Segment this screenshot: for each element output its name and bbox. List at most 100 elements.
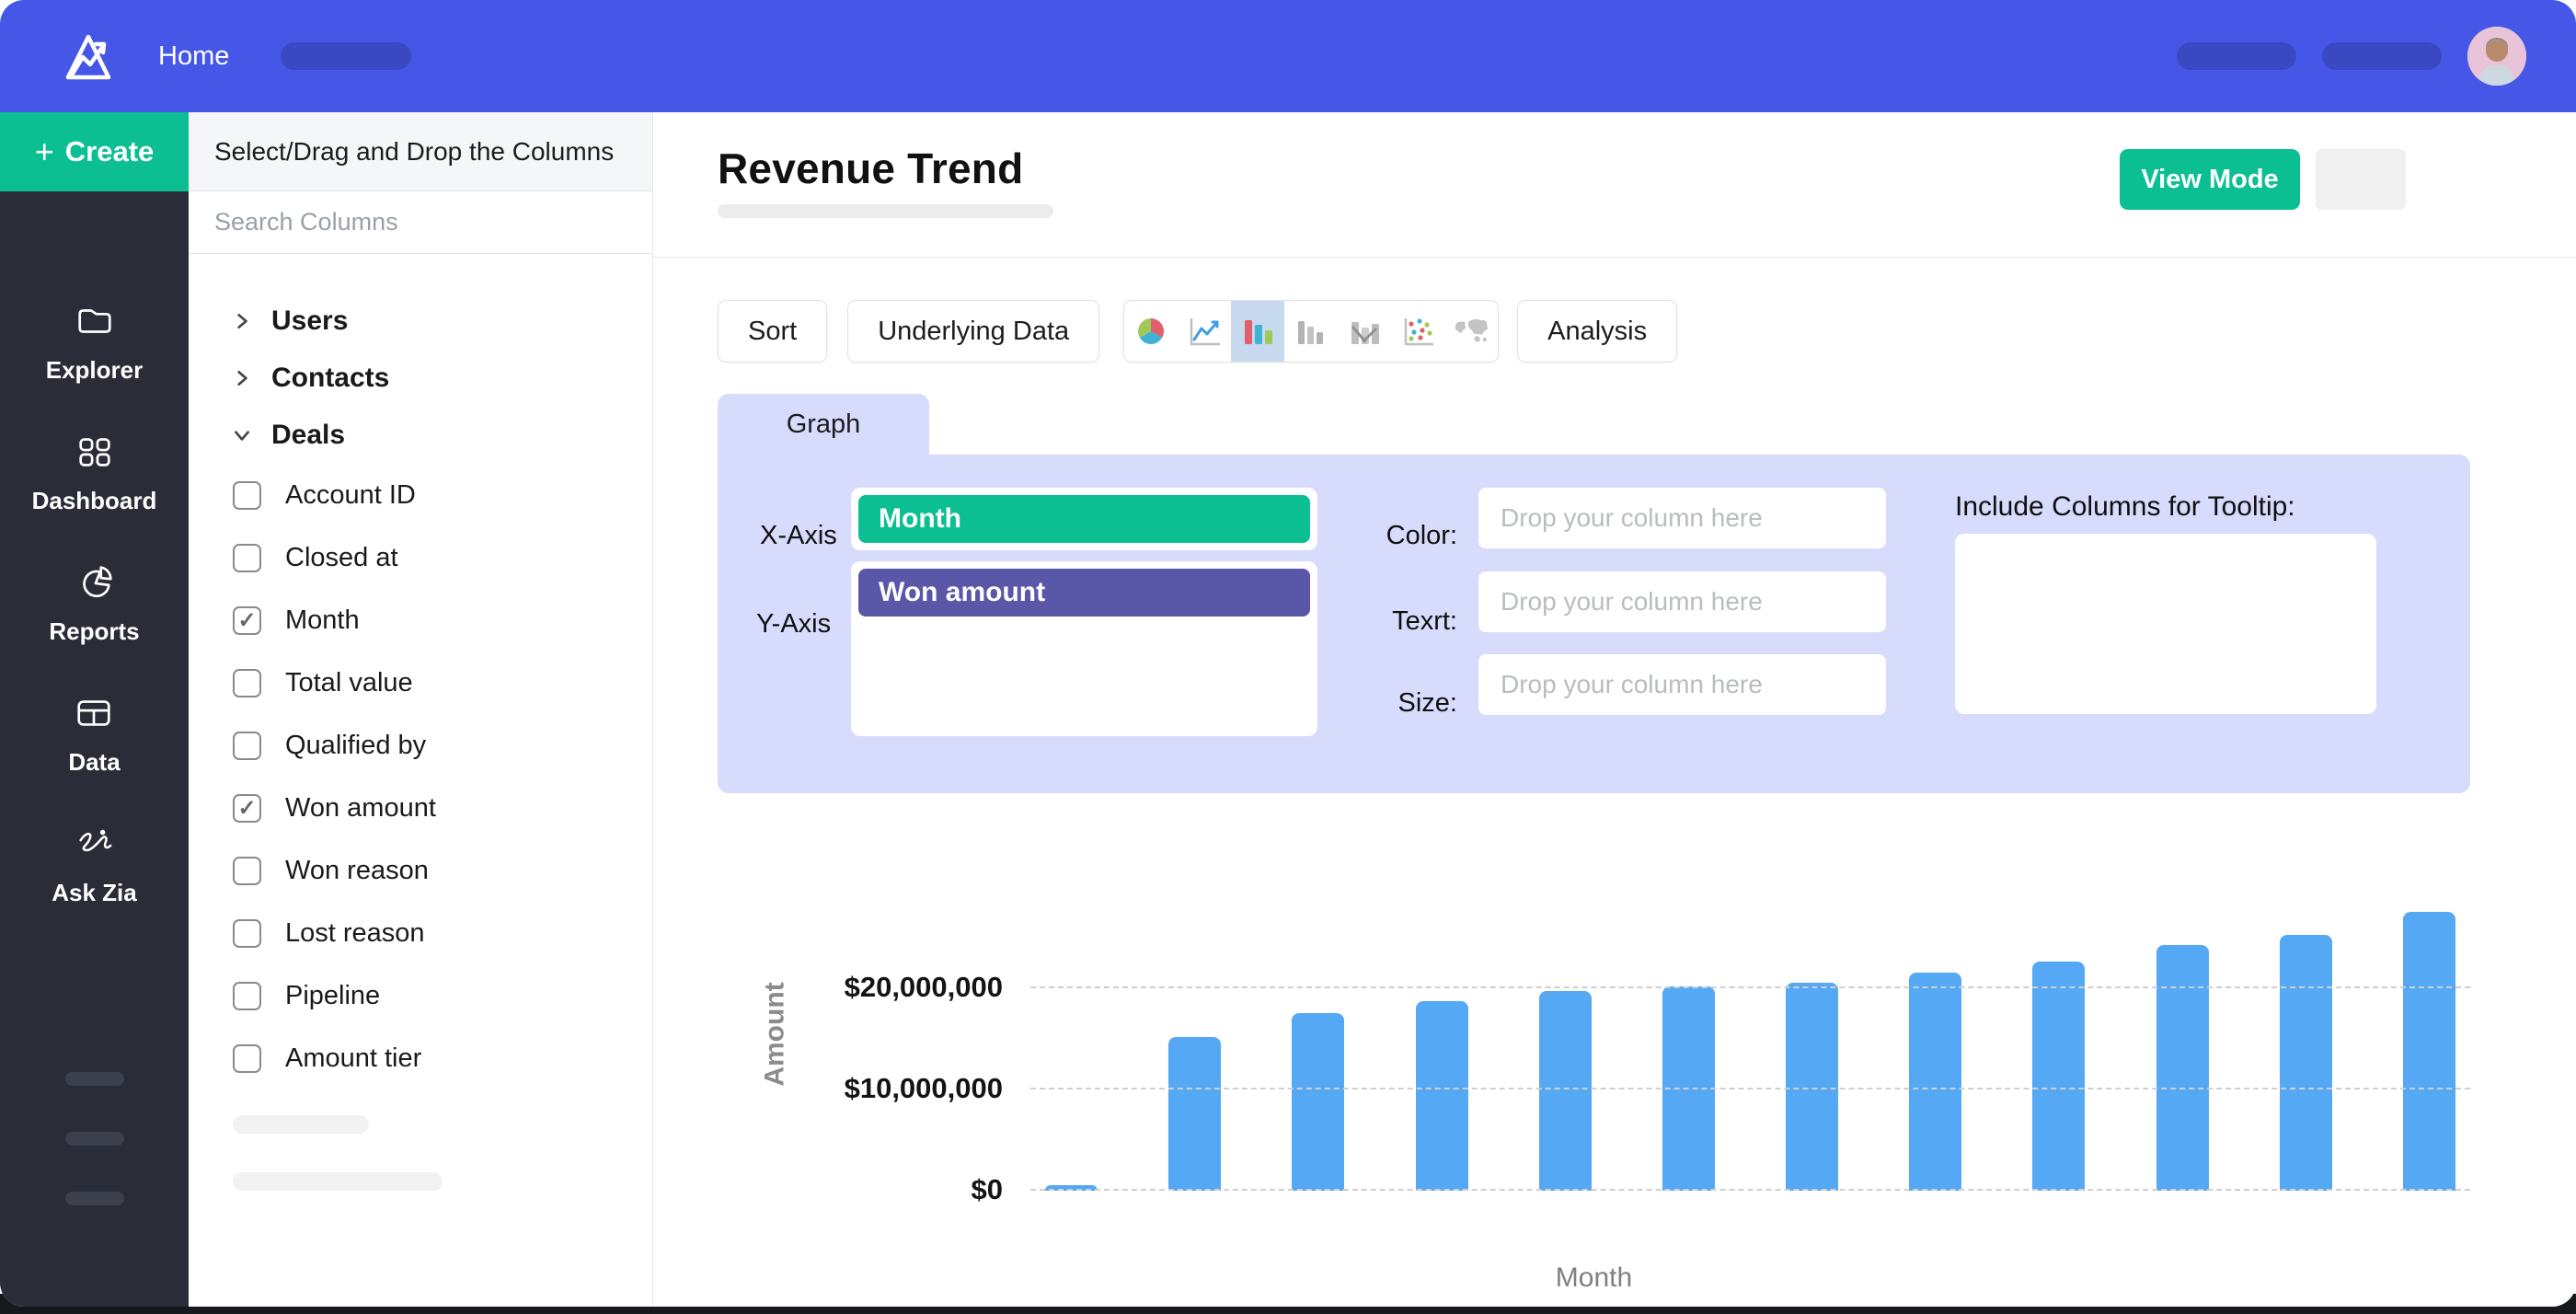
tooltip-columns-label: Include Columns for Tooltip: [1955,491,2295,523]
checkbox[interactable] [233,544,261,572]
sidebar-nav: Explorer Dashboard [0,300,189,953]
column-row-won-reason[interactable]: Won reason [233,839,652,902]
sidebar-item-ask-zia[interactable]: Ask Zia [52,823,137,907]
bar[interactable] [1416,1001,1468,1191]
page-title: Revenue Trend [718,144,1023,193]
color-dropzone[interactable]: Drop your column here [1478,488,1886,548]
topbar-skeleton-pill [2322,42,2442,70]
checkbox[interactable] [233,1044,261,1073]
tree-node-deals[interactable]: Deals [233,407,652,464]
y-tick-label: $10,000,000 [845,1072,1003,1105]
column-label: Month [285,605,360,636]
checkbox-checked[interactable]: ✓ [233,794,261,823]
column-row-pipeline[interactable]: Pipeline [233,964,652,1027]
topbar-right [2177,27,2576,86]
bar[interactable] [1909,973,1961,1191]
analytics-logo-icon[interactable] [55,27,114,86]
create-button[interactable]: + Create [0,112,189,191]
color-label: Color: [1378,521,1457,551]
header-secondary-button[interactable] [2316,149,2406,210]
map-chart-icon[interactable] [1444,301,1498,362]
columns-panel: Select/Drag and Drop the Columns Users C… [189,112,653,1307]
chevron-right-icon [233,312,251,330]
bar-chart: Amount $0$10,000,000$20,000,000 Month [718,878,2470,1294]
view-mode-button[interactable]: View Mode [2120,149,2300,210]
checkbox[interactable] [233,982,261,1010]
line-chart-icon[interactable] [1178,301,1231,362]
checkbox[interactable] [233,669,261,697]
x-axis-title: Month [718,1262,2470,1294]
bars-gray-icon[interactable] [1284,301,1338,362]
combo-chart-icon[interactable] [1338,301,1391,362]
skeleton-pill [233,1172,443,1191]
sidebar-item-label: Dashboard [32,487,157,515]
checkbox-checked[interactable]: ✓ [233,606,261,635]
topbar-skeleton-pill [281,42,411,70]
skeleton-pill [233,1115,369,1134]
pie-chart-icon[interactable] [1124,301,1178,362]
bar[interactable] [2403,912,2455,1191]
checkbox[interactable] [233,481,261,510]
user-avatar[interactable] [2467,27,2526,86]
tab-graph[interactable]: Graph [718,394,929,455]
screen: Home + Create [0,0,2576,1314]
bar[interactable] [1539,991,1592,1191]
y-axis-dropzone[interactable]: Won amount [851,561,1317,736]
search-columns-input[interactable] [189,208,652,236]
column-row-qualified-by[interactable]: Qualified by [233,714,652,777]
bar[interactable] [2156,945,2209,1191]
y-axis-chip-won-amount[interactable]: Won amount [858,569,1310,617]
column-row-total-value[interactable]: Total value [233,651,652,714]
size-dropzone[interactable]: Drop your column here [1478,654,1886,715]
tree-node-label: Deals [271,420,345,451]
column-row-closed-at[interactable]: Closed at [233,526,652,589]
chevron-down-icon [233,426,251,444]
column-label: Pipeline [285,981,380,1011]
y-tick-label: $20,000,000 [845,971,1003,1004]
column-label: Account ID [285,480,416,511]
sidebar-item-data[interactable]: Data [68,692,120,777]
sidebar: + Create Explorer [0,112,189,1307]
bar[interactable] [2032,962,2085,1191]
y-axis-label: Y-Axis [756,609,831,640]
bar[interactable] [1168,1037,1221,1191]
tooltip-columns-dropzone[interactable] [1955,534,2376,714]
sidebar-item-label: Ask Zia [52,879,137,907]
tree-node-contacts[interactable]: Contacts [233,350,652,407]
column-row-won-amount[interactable]: ✓ Won amount [233,777,652,839]
sort-button[interactable]: Sort [718,300,827,363]
sidebar-item-explorer[interactable]: Explorer [46,300,144,385]
column-label: Total value [285,668,413,698]
x-axis-dropzone[interactable]: Month [851,488,1317,550]
tree-node-users[interactable]: Users [233,293,652,350]
column-row-amount-tier[interactable]: Amount tier [233,1027,652,1089]
bar[interactable] [2280,935,2332,1191]
folder-icon [74,300,116,347]
sidebar-item-reports[interactable]: Reports [49,561,139,646]
x-axis-chip-month[interactable]: Month [858,495,1310,543]
sidebar-item-label: Explorer [46,356,144,385]
tab-home[interactable]: Home [158,41,229,72]
y-axis-title: Amount [760,982,791,1086]
column-row-account-id[interactable]: Account ID [233,464,652,526]
report-toolbar: Sort Underlying Data [718,300,2576,363]
gridline [1030,1189,2470,1191]
column-row-month[interactable]: ✓ Month [233,589,652,651]
chevron-right-icon [233,369,251,387]
bar-chart-icon[interactable] [1231,301,1284,362]
plot-area [1030,878,2470,1191]
analysis-button[interactable]: Analysis [1517,300,1677,363]
checkbox[interactable] [233,857,261,885]
column-label: Lost reason [285,918,425,949]
scatter-plot-icon[interactable] [1391,301,1444,362]
sidebar-item-dashboard[interactable]: Dashboard [32,431,157,515]
underlying-data-button[interactable]: Underlying Data [847,300,1099,363]
bar[interactable] [1292,1013,1344,1191]
skeleton-pill [65,1132,124,1146]
text-dropzone[interactable]: Drop your column here [1478,571,1886,632]
checkbox[interactable] [233,732,261,760]
checkbox[interactable] [233,919,261,948]
column-row-lost-reason[interactable]: Lost reason [233,902,652,964]
data-table-icon [73,692,115,739]
bar[interactable] [1786,983,1838,1191]
